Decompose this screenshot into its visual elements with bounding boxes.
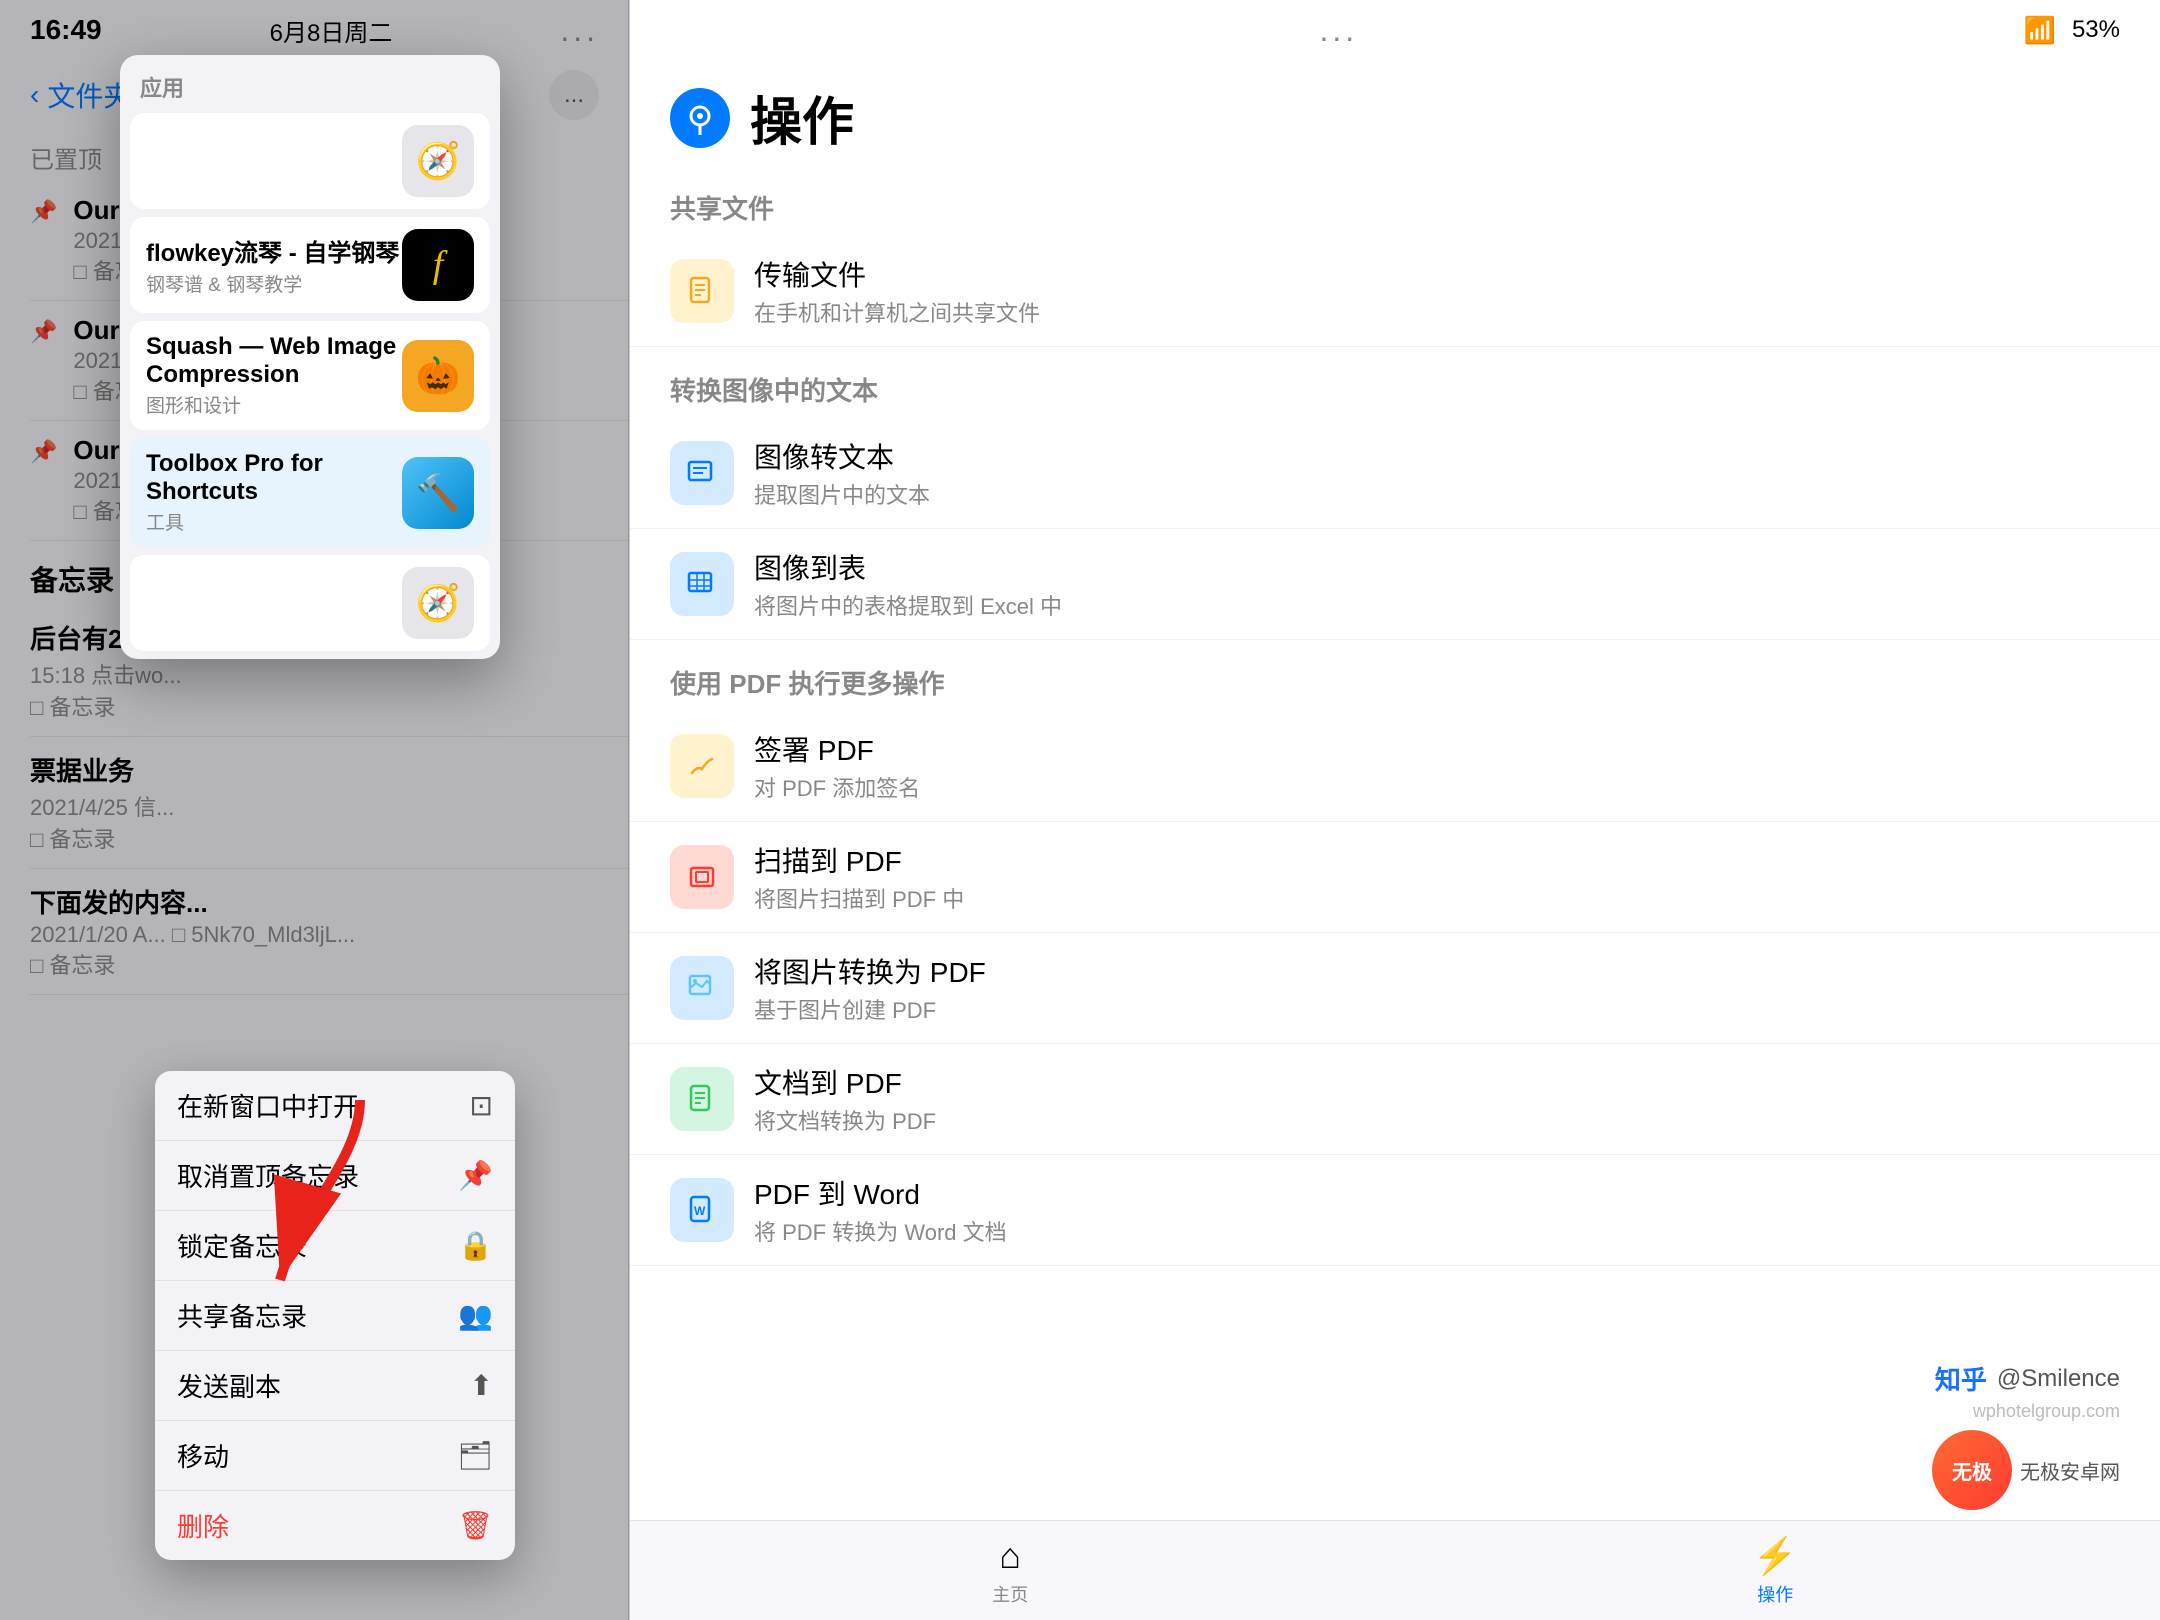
wuji-logo: 无极 [1932, 1430, 2012, 1510]
action-scan-to-pdf[interactable]: 扫描到 PDF 将图片扫描到 PDF 中 [630, 822, 2160, 933]
context-menu-item-share[interactable]: 共享备忘录 👥 [155, 1281, 515, 1351]
doc-to-pdf-icon [670, 1067, 734, 1131]
section-pdf: 使用 PDF 执行更多操作 [630, 640, 2160, 711]
image-to-pdf-icon [670, 956, 734, 1020]
watermark-site: wphotelgroup.com [1973, 1401, 2120, 1422]
right-panel: ... 📶 53% 操作 共享文件 传输文件 在手机和计算机之间共享文件 [630, 0, 2160, 1620]
ctx-icon-open: ⊡ [470, 1089, 493, 1122]
action-desc: 对 PDF 添加签名 [754, 771, 920, 803]
app-icon-squash: 🎃 [402, 340, 474, 412]
app-subtitle-flowkey: 钢琴谱 & 钢琴教学 [146, 270, 399, 297]
sign-pdf-icon [670, 734, 734, 798]
ctx-icon-unpin: 📌 [458, 1159, 493, 1192]
operations-tab-icon: ⚡ [1753, 1535, 1798, 1577]
home-icon: ⌂ [999, 1535, 1021, 1577]
action-desc: 基于图片创建 PDF [754, 993, 986, 1025]
action-sign-pdf[interactable]: 签署 PDF 对 PDF 添加签名 [630, 711, 2160, 822]
action-name: 签署 PDF [754, 729, 920, 769]
tab-operations[interactable]: ⚡ 操作 [1753, 1535, 1798, 1607]
right-header: 操作 [630, 60, 2160, 165]
ctx-label-send: 发送副本 [177, 1367, 281, 1404]
app-picker-header: 应用 [120, 55, 500, 113]
ctx-label-unpin: 取消置顶备忘录 [177, 1157, 359, 1194]
action-name: 扫描到 PDF [754, 840, 964, 880]
ctx-icon-send: ⬆ [470, 1369, 493, 1402]
app-icon-toolbox: 🔨 [402, 457, 474, 529]
action-image-to-table[interactable]: 图像到表 将图片中的表格提取到 Excel 中 [630, 529, 2160, 640]
page-title: 操作 [750, 80, 854, 155]
zhihu-logo: 知乎 [1935, 1360, 1987, 1397]
context-menu-item-lock[interactable]: 锁定备忘录 🔒 [155, 1211, 515, 1281]
location-icon [683, 101, 717, 135]
tab-operations-label: 操作 [1757, 1581, 1793, 1607]
bottom-tab-bar: ⌂ 主页 ⚡ 操作 [630, 1520, 2160, 1620]
action-name: 将图片转换为 PDF [754, 951, 986, 991]
ctx-label-delete: 删除 [177, 1507, 229, 1544]
action-image-to-pdf[interactable]: 将图片转换为 PDF 基于图片创建 PDF [630, 933, 2160, 1044]
app-icon-compass: 🧭 [402, 125, 474, 197]
action-transfer-files[interactable]: 传输文件 在手机和计算机之间共享文件 [630, 236, 2160, 347]
app-subtitle-toolbox: 工具 [146, 508, 402, 535]
app-name-toolbox: Toolbox Pro for Shortcuts [146, 450, 402, 506]
left-panel: 16:49 6月8日周二 ... ‹ 文件夹 ... 已置顶 📌 Our G..… [0, 0, 630, 1620]
action-desc: 将图片中的表格提取到 Excel 中 [754, 589, 1062, 621]
app-item-empty-2[interactable]: 🧭 [130, 555, 490, 651]
app-subtitle-squash: 图形和设计 [146, 391, 402, 418]
image-to-text-icon [670, 441, 734, 505]
action-desc: 将 PDF 转换为 Word 文档 [754, 1215, 1007, 1247]
action-name: PDF 到 Word [754, 1173, 1007, 1213]
app-item-flowkey[interactable]: flowkey流琴 - 自学钢琴 钢琴谱 & 钢琴教学 f [130, 217, 490, 313]
ctx-icon-share: 👥 [458, 1299, 493, 1332]
context-menu: 在新窗口中打开 ⊡ 取消置顶备忘录 📌 锁定备忘录 🔒 共享备忘录 👥 发送副本… [155, 1071, 515, 1560]
action-name: 文档到 PDF [754, 1062, 936, 1102]
context-menu-item-send[interactable]: 发送副本 ⬆ [155, 1351, 515, 1421]
ctx-label-move: 移动 [177, 1437, 229, 1474]
wifi-icon: 📶 [2024, 15, 2056, 46]
watermark-handle: @Smilence [1997, 1365, 2120, 1393]
action-name: 图像到表 [754, 547, 1062, 587]
ctx-label-lock: 锁定备忘录 [177, 1227, 307, 1264]
svg-text:W: W [694, 1204, 706, 1218]
wuji-text: 无极安卓网 [2020, 1456, 2120, 1485]
app-icon-compass-2: 🧭 [402, 567, 474, 639]
action-name: 图像转文本 [754, 436, 930, 476]
pdf-to-word-icon: W [670, 1178, 734, 1242]
operations-icon [670, 88, 730, 148]
context-menu-item-open[interactable]: 在新窗口中打开 ⊡ [155, 1071, 515, 1141]
action-desc: 提取图片中的文本 [754, 478, 930, 510]
app-item-squash[interactable]: Squash — Web Image Compression 图形和设计 🎃 [130, 321, 490, 430]
watermark: 知乎 @Smilence wphotelgroup.com 无极 无极安卓网 [1932, 1360, 2120, 1510]
section-shared-files: 共享文件 [630, 165, 2160, 236]
action-doc-to-pdf[interactable]: 文档到 PDF 将文档转换为 PDF [630, 1044, 2160, 1155]
app-name-squash: Squash — Web Image Compression [146, 333, 402, 389]
status-bar-right: ... 📶 53% [630, 0, 2160, 60]
context-menu-item-unpin[interactable]: 取消置顶备忘录 📌 [155, 1141, 515, 1211]
tab-home[interactable]: ⌂ 主页 [992, 1535, 1028, 1607]
app-name-flowkey: flowkey流琴 - 自学钢琴 [146, 233, 399, 268]
action-name: 传输文件 [754, 254, 1040, 294]
section-ocr: 转换图像中的文本 [630, 347, 2160, 418]
status-dots-right: ... [1319, 12, 1358, 49]
ctx-icon-lock: 🔒 [458, 1229, 493, 1262]
transfer-files-icon [670, 259, 734, 323]
context-menu-item-move[interactable]: 移动 🗂 [155, 1421, 515, 1491]
ctx-label-share: 共享备忘录 [177, 1297, 307, 1334]
app-icon-flowkey: f [402, 229, 474, 301]
app-item-toolbox[interactable]: Toolbox Pro for Shortcuts 工具 🔨 [130, 438, 490, 547]
scan-to-pdf-icon [670, 845, 734, 909]
context-menu-item-delete[interactable]: 删除 🗑 [155, 1491, 515, 1560]
action-image-to-text[interactable]: 图像转文本 提取图片中的文本 [630, 418, 2160, 529]
action-desc: 在手机和计算机之间共享文件 [754, 296, 1040, 328]
ctx-label-open: 在新窗口中打开 [177, 1087, 359, 1124]
action-desc: 将图片扫描到 PDF 中 [754, 882, 964, 914]
action-pdf-to-word[interactable]: W PDF 到 Word 将 PDF 转换为 Word 文档 [630, 1155, 2160, 1266]
battery-indicator: 53% [2072, 16, 2120, 44]
ctx-icon-move: 🗂 [457, 1439, 493, 1472]
action-desc: 将文档转换为 PDF [754, 1104, 936, 1136]
ctx-icon-delete: 🗑 [457, 1509, 493, 1542]
app-picker-popup: 应用 🧭 flowkey流琴 - 自学钢琴 钢琴谱 & 钢琴教学 f Squas… [120, 55, 500, 659]
image-to-table-icon [670, 552, 734, 616]
tab-home-label: 主页 [992, 1581, 1028, 1607]
app-item-empty-1[interactable]: 🧭 [130, 113, 490, 209]
